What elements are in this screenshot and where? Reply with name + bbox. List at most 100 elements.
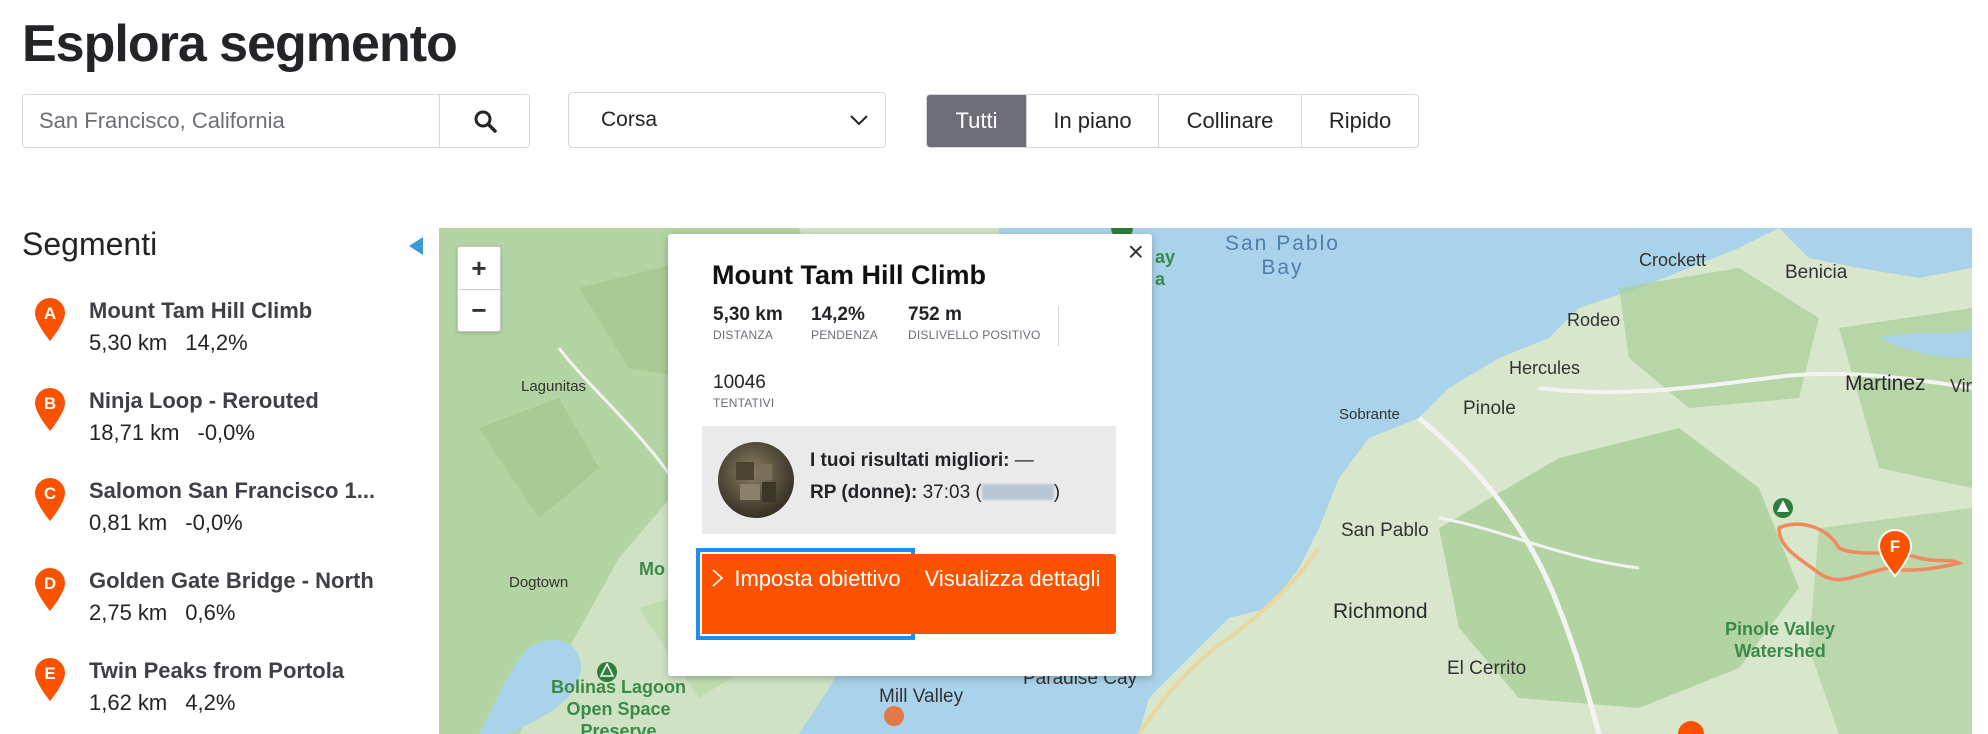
stat-label: DISLIVELLO POSITIVO xyxy=(908,328,1041,342)
svg-text:C: C xyxy=(44,484,56,503)
map-label-a-partial: a xyxy=(1155,269,1166,289)
zoom-in-button[interactable]: + xyxy=(458,247,500,289)
stat-label: DISTANZA xyxy=(713,328,774,342)
zoom-out-button[interactable]: − xyxy=(458,289,500,331)
stat-label: TENTATIVI xyxy=(713,396,775,410)
segment-item-e[interactable]: E Twin Peaks from Portola 1,62 km 4,2% xyxy=(30,656,430,734)
segment-stats: 0,81 km -0,0% xyxy=(89,510,243,536)
stat-value: 14,2% xyxy=(811,304,865,325)
stat-grade: 14,2% PENDENZA xyxy=(811,304,878,342)
map-label-crockett: Crockett xyxy=(1639,250,1707,270)
segment-item-d[interactable]: D Golden Gate Bridge - North 2,75 km 0,6% xyxy=(30,566,430,656)
segment-distance: 0,81 km xyxy=(89,510,168,535)
chevron-down-icon xyxy=(850,115,868,126)
map-label-benicia: Benicia xyxy=(1785,262,1848,283)
map-label-rodeo: Rodeo xyxy=(1567,310,1621,330)
stat-elevation-gain: 752 m DISLIVELLO POSITIVO xyxy=(908,304,1041,342)
map-label-martinez: Martinez xyxy=(1845,372,1926,395)
stat-label: PENDENZA xyxy=(811,328,878,342)
segment-stats: 5,30 km 14,2% xyxy=(89,330,248,356)
segment-item-c[interactable]: C Salomon San Francisco 1... 0,81 km -0,0… xyxy=(30,476,430,566)
segment-grade: 14,2% xyxy=(185,330,248,355)
map-label-pinole: Pinole xyxy=(1463,398,1516,419)
map-label-bolinas: Bolinas Lagoon Open Space Preserve xyxy=(551,677,686,734)
marker-e-icon: E xyxy=(35,658,65,701)
sport-type-select[interactable]: Corsa xyxy=(568,92,886,148)
map-label-vine: Vin xyxy=(1950,376,1972,396)
segment-distance: 5,30 km xyxy=(89,330,168,355)
segment-stats: 1,62 km 4,2% xyxy=(89,690,235,716)
collapse-sidebar-icon[interactable] xyxy=(409,237,423,255)
svg-text:A: A xyxy=(44,304,56,323)
stat-value: 10046 xyxy=(713,372,766,393)
map-label-sobrante: Sobrante xyxy=(1339,406,1400,423)
map-label-mill-valley: Mill Valley xyxy=(879,686,964,707)
marker-d-icon: D xyxy=(35,568,65,611)
pr-line: RP (donne): 37:03 () xyxy=(810,482,1061,503)
map-label-mo-partial: Mo xyxy=(639,559,665,579)
segment-name[interactable]: Ninja Loop - Rerouted xyxy=(89,388,319,414)
set-goal-button[interactable]: Imposta obiettivo xyxy=(696,548,915,640)
search-button[interactable] xyxy=(439,95,529,147)
page-title: Esplora segmento xyxy=(22,15,458,73)
segments-heading: Segmenti xyxy=(22,226,158,262)
filter-steep-button[interactable]: Ripido xyxy=(1302,95,1418,147)
chevron-right-icon xyxy=(712,569,724,587)
zoom-control: + − xyxy=(457,246,501,332)
segment-distance: 1,62 km xyxy=(89,690,168,715)
map-label-hercules: Hercules xyxy=(1509,358,1581,378)
map-label-san-pablo: San Pablo xyxy=(1341,520,1429,541)
marker-c-icon: C xyxy=(35,478,65,521)
marker-b-icon: B xyxy=(35,388,65,431)
map-label-dogtown: Dogtown xyxy=(509,574,569,591)
map-label-lagunitas: Lagunitas xyxy=(521,378,587,395)
segment-name[interactable]: Mount Tam Hill Climb xyxy=(89,298,312,324)
terrain-filter-group: Tutti In piano Collinare Ripido xyxy=(926,94,1419,148)
personal-results: I tuoi risultati migliori: — RP (donne):… xyxy=(702,426,1116,534)
avatar xyxy=(718,442,794,518)
marker-a-icon: A xyxy=(35,298,65,341)
sport-type-value: Corsa xyxy=(601,108,658,131)
filter-hilly-button[interactable]: Collinare xyxy=(1159,95,1302,147)
svg-text:B: B xyxy=(44,394,56,413)
segment-popup: × Mount Tam Hill Climb 5,30 km DISTANZA … xyxy=(668,234,1152,676)
stat-attempts: 10046 TENTATIVI xyxy=(713,372,774,410)
map-label-el-cerrito: El Cerrito xyxy=(1447,658,1527,679)
svg-text:D: D xyxy=(44,574,56,593)
segment-distance: 18,71 km xyxy=(89,420,180,445)
popup-title: Mount Tam Hill Climb xyxy=(712,260,986,290)
segment-name[interactable]: Twin Peaks from Portola xyxy=(89,658,344,684)
svg-text:E: E xyxy=(44,664,55,683)
segment-explorer-page: Esplora segmento Corsa Tutti In piano Co… xyxy=(0,0,1988,734)
filter-flat-button[interactable]: In piano xyxy=(1027,95,1159,147)
redacted-name xyxy=(981,484,1054,500)
segment-name[interactable]: Golden Gate Bridge - North xyxy=(89,568,374,594)
map-label-ay-partial: ay xyxy=(1155,247,1176,267)
segment-name[interactable]: Salomon San Francisco 1... xyxy=(89,478,375,504)
segment-distance: 2,75 km xyxy=(89,600,168,625)
stat-divider xyxy=(1058,306,1059,346)
map-label-pinole-valley: Pinole Valley Watershed xyxy=(1725,619,1836,661)
stat-value: 752 m xyxy=(908,304,962,325)
segment-list: A Mount Tam Hill Climb 5,30 km 14,2% B Ni… xyxy=(30,296,430,734)
view-details-button[interactable]: Visualizza dettagli xyxy=(909,554,1116,634)
segment-grade: -0,0% xyxy=(185,510,243,535)
stat-distance: 5,30 km DISTANZA xyxy=(713,304,783,342)
svg-text:F: F xyxy=(1890,537,1900,556)
segment-grade: -0,0% xyxy=(197,420,255,445)
best-results-line: I tuoi risultati migliori: — xyxy=(810,450,1034,471)
search-input[interactable] xyxy=(23,95,439,147)
map-label-richmond: Richmond xyxy=(1333,600,1428,623)
segment-stats: 2,75 km 0,6% xyxy=(89,600,235,626)
search-icon xyxy=(474,110,497,133)
segment-item-a[interactable]: A Mount Tam Hill Climb 5,30 km 14,2% xyxy=(30,296,430,386)
segment-item-b[interactable]: B Ninja Loop - Rerouted 18,71 km -0,0% xyxy=(30,386,430,476)
close-icon[interactable]: × xyxy=(1128,236,1144,268)
filter-all-button[interactable]: Tutti xyxy=(927,95,1027,147)
location-search xyxy=(22,94,530,148)
segment-grade: 0,6% xyxy=(185,600,236,625)
stat-value: 5,30 km xyxy=(713,304,783,325)
segment-stats: 18,71 km -0,0% xyxy=(89,420,255,446)
map-label-san-pablo-bay: San Pablo Bay xyxy=(1225,232,1340,279)
segment-grade: 4,2% xyxy=(185,690,236,715)
